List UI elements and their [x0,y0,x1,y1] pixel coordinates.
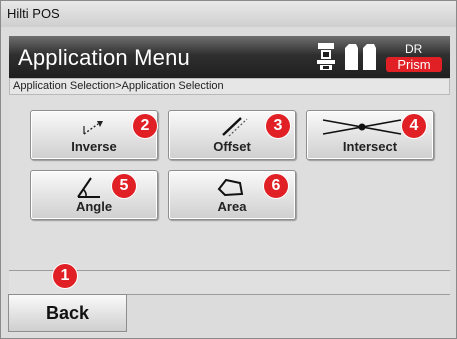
breadcrumb: Application Selection>Application Select… [9,78,450,95]
target-top-label: DR [405,42,423,56]
angle-label: Angle [75,199,113,214]
window-titlebar: Hilti POS [1,1,456,27]
back-button[interactable]: Back [8,294,127,332]
device-screen: Hilti POS Application Menu DR Prism Appl… [0,0,457,339]
offset-label: Offset [213,139,251,154]
angle-button[interactable]: Angle 5 [30,170,158,220]
intersect-icon [322,119,402,135]
prism-pair-icon [345,44,376,70]
intersect-button[interactable]: Intersect 4 [306,110,434,160]
area-button[interactable]: Area 6 [168,170,296,220]
callout-badge-5: 5 [112,174,136,198]
target-mode-badge[interactable]: Prism [386,57,442,72]
callout-badge-2: 2 [133,114,157,138]
window-title: Hilti POS [7,6,60,21]
softkey-empty-slot [127,294,450,333]
app-grid: Inverse 2 Offset 3 Intersect 4 Angle 5 A… [9,95,450,270]
inverse-icon [83,121,103,135]
inverse-button[interactable]: Inverse 2 [30,110,158,160]
offset-icon [222,117,248,137]
angle-icon [77,177,100,198]
total-station-icon [317,43,335,70]
callout-badge-3: 3 [266,114,290,138]
area-label: Area [217,199,247,214]
callout-badge-4: 4 [402,114,426,138]
page-title: Application Menu [18,45,190,70]
callout-badge-6: 6 [264,174,288,198]
inverse-label: Inverse [71,139,117,154]
app-header: Application Menu DR Prism [9,36,450,78]
offset-button[interactable]: Offset 3 [168,110,296,160]
callout-badge-1: 1 [53,264,77,288]
area-icon [217,178,244,197]
intersect-label: Intersect [342,139,398,154]
